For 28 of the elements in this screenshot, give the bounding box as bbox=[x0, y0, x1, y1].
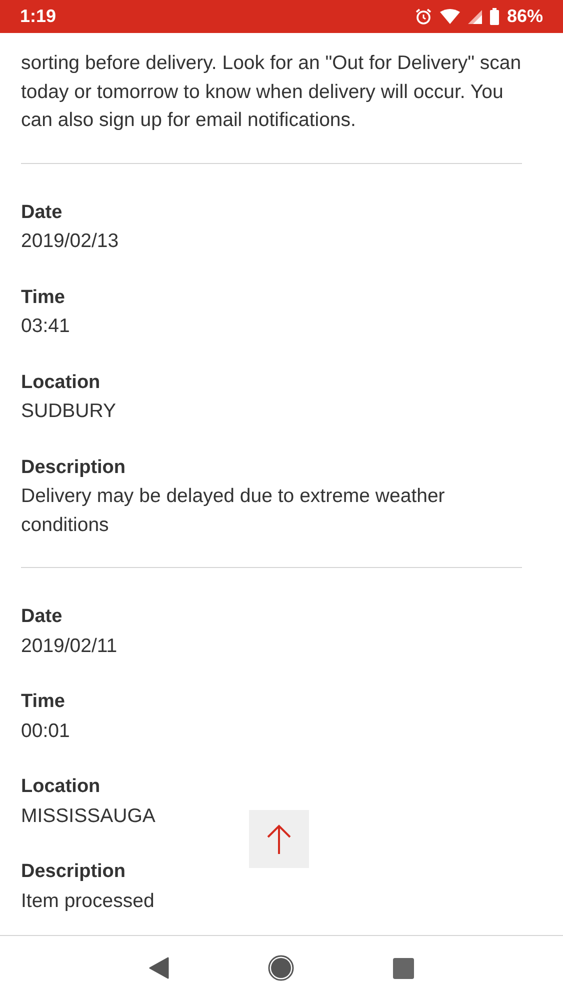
field-label: Description bbox=[21, 456, 126, 480]
field-label: Time bbox=[21, 690, 66, 714]
field-value: 2019/02/11 bbox=[21, 634, 118, 658]
field-value: 00:01 bbox=[21, 718, 70, 744]
home-icon[interactable] bbox=[268, 955, 294, 981]
field-label: Location bbox=[21, 775, 100, 799]
field-value: MISSISSAUGA bbox=[21, 804, 156, 828]
field-value: Delivery may be delayed due to extreme weather conditions bbox=[21, 484, 446, 538]
field-value: 03:41 bbox=[21, 314, 70, 339]
field-label: Date bbox=[21, 200, 62, 224]
arrow-up-icon bbox=[266, 824, 292, 854]
battery-percentage: 86% bbox=[506, 6, 543, 27]
field-label: Time bbox=[21, 286, 66, 310]
recents-icon[interactable] bbox=[392, 958, 414, 978]
clock-time: 1:19 bbox=[20, 6, 56, 27]
field-value: 2019/02/13 bbox=[21, 229, 119, 254]
signal-icon bbox=[468, 10, 482, 24]
notice-text: sorting before delivery. Look for an "Out for Delivery" scan today or tomorrow to know when delivery will occur. You can also sign up for email notifications. bbox=[21, 51, 522, 133]
scroll-to-top-button[interactable] bbox=[249, 810, 309, 868]
field-value: Item processed bbox=[21, 888, 154, 914]
field-label: Location bbox=[21, 370, 100, 394]
wifi-icon bbox=[440, 9, 460, 24]
field-value: SUDBURY bbox=[21, 399, 116, 424]
battery-icon bbox=[490, 8, 499, 25]
field-label: Date bbox=[21, 605, 62, 629]
alarm-icon bbox=[414, 8, 432, 25]
field-label: Description bbox=[21, 860, 126, 884]
back-icon[interactable] bbox=[149, 957, 170, 979]
